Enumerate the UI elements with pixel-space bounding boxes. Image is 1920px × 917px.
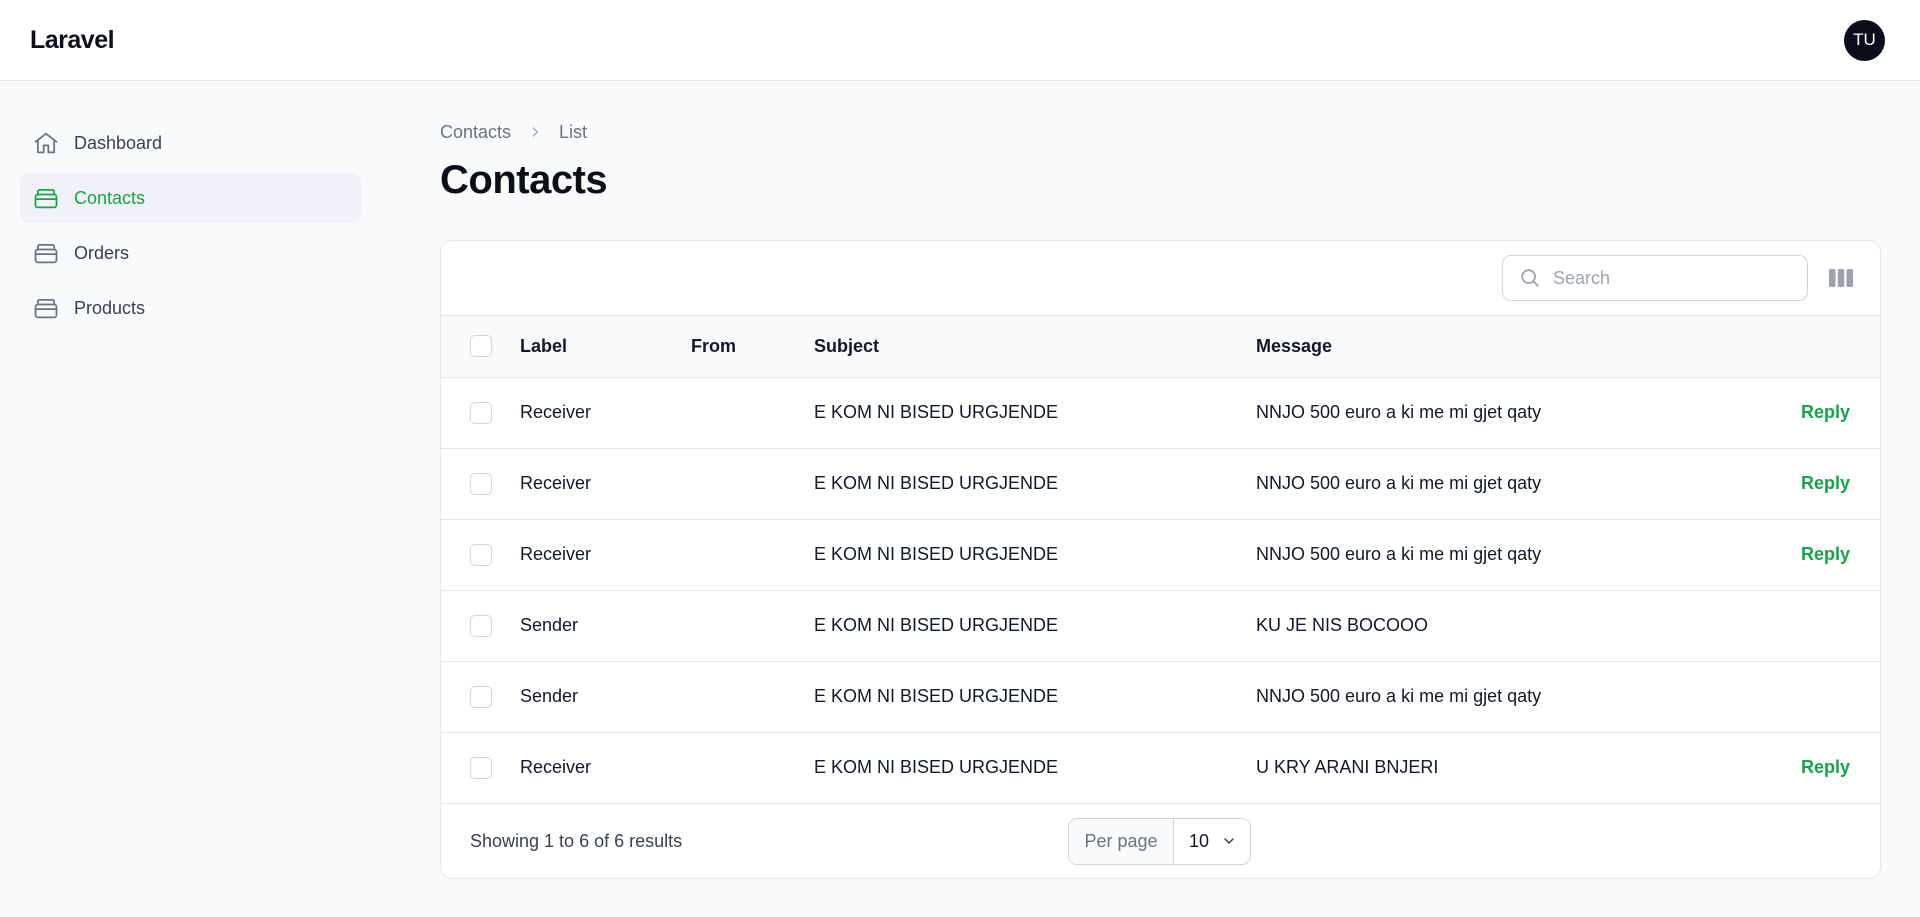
row-select-cell <box>441 590 520 661</box>
main-content: Contacts List Contacts <box>440 118 1881 203</box>
table-row[interactable]: Receiver E KOM NI BISED URGJENDE NNJO 50… <box>441 448 1880 519</box>
search-icon <box>1521 269 1539 287</box>
user-avatar[interactable]: TU <box>1844 19 1885 61</box>
search-input[interactable] <box>1553 267 1793 289</box>
sidebar-item-orders[interactable]: Orders <box>20 228 361 278</box>
select-all-cell <box>441 316 520 377</box>
cell-label: Receiver <box>520 402 592 422</box>
cell-message: NNJO 500 euro a ki me mi gjet qaty <box>1256 473 1542 493</box>
column-header-actions <box>1696 316 1880 377</box>
cell-label: Sender <box>520 615 579 635</box>
column-header-from[interactable]: From <box>691 316 814 377</box>
cell-actions <box>1696 590 1880 661</box>
cell-from <box>691 519 814 590</box>
cell-from <box>691 377 814 448</box>
columns-toggle-button[interactable] <box>1828 265 1854 291</box>
cell-from <box>691 732 814 803</box>
row-select-cell <box>441 377 520 448</box>
breadcrumb: Contacts List <box>440 118 1881 146</box>
cell-label: Sender <box>520 686 579 706</box>
top-bar: Laravel TU <box>0 0 1920 81</box>
cell-subject: E KOM NI BISED URGJENDE <box>814 402 1059 422</box>
cell-from <box>691 661 814 732</box>
cell-actions <box>1696 661 1880 732</box>
inbox-icon <box>32 294 60 322</box>
reply-link[interactable]: Reply <box>1801 402 1850 422</box>
table-row[interactable]: Receiver E KOM NI BISED URGJENDE NNJO 50… <box>441 377 1880 448</box>
column-header-label[interactable]: Label <box>520 316 691 377</box>
inbox-icon <box>32 184 60 212</box>
cell-actions: Reply <box>1696 448 1880 519</box>
contacts-table-card: Label From Subject Message Receiver E KO… <box>440 240 1881 879</box>
sidebar-item-label: Contacts <box>74 187 146 208</box>
page-title: Contacts <box>440 158 608 202</box>
per-page-value: 10 <box>1189 830 1210 851</box>
row-checkbox[interactable] <box>470 543 492 566</box>
breadcrumb-parent[interactable]: Contacts <box>440 122 511 143</box>
cell-message: U KRY ARANI BNJERI <box>1256 757 1439 777</box>
results-summary: Showing 1 to 6 of 6 results <box>470 830 683 851</box>
cell-actions: Reply <box>1696 519 1880 590</box>
columns-icon <box>1829 269 1853 287</box>
cell-label: Receiver <box>520 544 592 564</box>
reply-link[interactable]: Reply <box>1801 473 1850 493</box>
brand-logo[interactable]: Laravel <box>30 26 115 55</box>
cell-subject: E KOM NI BISED URGJENDE <box>814 615 1059 635</box>
home-icon <box>32 129 60 157</box>
chevron-right-icon <box>528 125 542 139</box>
table-footer: Showing 1 to 6 of 6 results Per page 10 <box>441 804 1880 879</box>
row-checkbox[interactable] <box>470 401 492 424</box>
cell-from <box>691 590 814 661</box>
contacts-table: Label From Subject Message Receiver E KO… <box>441 316 1880 804</box>
row-select-cell <box>441 661 520 732</box>
cell-message: NNJO 500 euro a ki me mi gjet qaty <box>1256 544 1542 564</box>
table-row[interactable]: Receiver E KOM NI BISED URGJENDE U KRY A… <box>441 732 1880 803</box>
cell-label: Receiver <box>520 473 592 493</box>
cell-message: NNJO 500 euro a ki me mi gjet qaty <box>1256 402 1542 422</box>
cell-from <box>691 448 814 519</box>
sidebar-item-products[interactable]: Products <box>20 283 361 333</box>
row-checkbox[interactable] <box>470 472 492 495</box>
cell-message: NNJO 500 euro a ki me mi gjet qaty <box>1256 686 1542 706</box>
cell-message: KU JE NIS BOCOOO <box>1256 615 1429 635</box>
table-row[interactable]: Receiver E KOM NI BISED URGJENDE NNJO 50… <box>441 519 1880 590</box>
cell-subject: E KOM NI BISED URGJENDE <box>814 473 1059 493</box>
sidebar-item-dashboard[interactable]: Dashboard <box>20 118 361 168</box>
select-all-checkbox[interactable] <box>470 335 492 358</box>
column-header-subject[interactable]: Subject <box>814 316 1256 377</box>
per-page-select[interactable]: 10 <box>1174 819 1250 864</box>
row-select-cell <box>441 732 520 803</box>
per-page-label: Per page <box>1069 818 1174 864</box>
cell-subject: E KOM NI BISED URGJENDE <box>814 544 1059 564</box>
sidebar-item-contacts[interactable]: Contacts <box>20 173 361 223</box>
row-checkbox[interactable] <box>470 685 492 708</box>
row-checkbox[interactable] <box>470 756 492 779</box>
row-select-cell <box>441 448 520 519</box>
per-page-control[interactable]: Per page 10 <box>1068 817 1251 865</box>
column-header-message[interactable]: Message <box>1256 316 1696 377</box>
table-toolbar <box>441 241 1880 316</box>
sidebar-item-label: Dashboard <box>74 132 163 153</box>
cell-subject: E KOM NI BISED URGJENDE <box>814 686 1059 706</box>
breadcrumb-current: List <box>559 121 588 142</box>
reply-link[interactable]: Reply <box>1801 544 1850 564</box>
row-select-cell <box>441 519 520 590</box>
sidebar-item-label: Orders <box>74 242 130 263</box>
sidebar: Dashboard Contacts Orders Products <box>20 118 361 338</box>
cell-actions: Reply <box>1696 377 1880 448</box>
inbox-icon <box>32 239 60 267</box>
search-box[interactable] <box>1502 255 1808 301</box>
table-row[interactable]: Sender E KOM NI BISED URGJENDE NNJO 500 … <box>441 661 1880 732</box>
reply-link[interactable]: Reply <box>1801 757 1850 777</box>
chevron-down-icon <box>1224 838 1234 844</box>
row-checkbox[interactable] <box>470 614 492 637</box>
sidebar-item-label: Products <box>74 297 146 318</box>
table-header-row: Label From Subject Message <box>441 316 1880 377</box>
cell-label: Receiver <box>520 757 592 777</box>
cell-actions: Reply <box>1696 732 1880 803</box>
table-row[interactable]: Sender E KOM NI BISED URGJENDE KU JE NIS… <box>441 590 1880 661</box>
cell-subject: E KOM NI BISED URGJENDE <box>814 757 1059 777</box>
